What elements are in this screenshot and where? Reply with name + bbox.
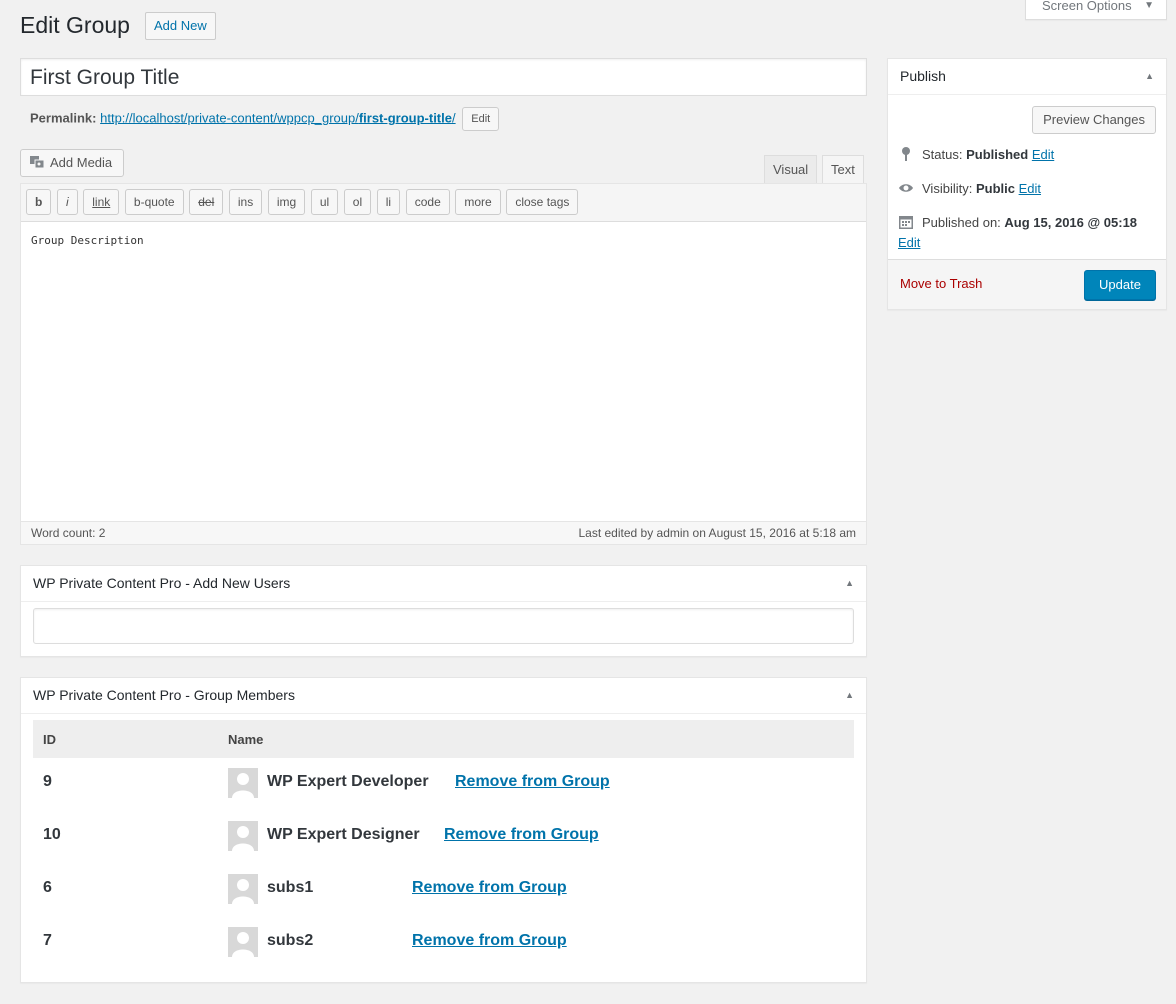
qt-del-button[interactable]: del xyxy=(189,189,224,215)
published-label: Published on: xyxy=(922,215,1001,230)
permalink-link[interactable]: http://localhost/private-content/wppcp_g… xyxy=(100,110,456,125)
group-members-title: WP Private Content Pro - Group Members xyxy=(33,687,295,703)
word-count: Word count: 2 xyxy=(31,526,106,540)
status-label: Status: xyxy=(922,147,963,162)
title-input[interactable]: First Group Title xyxy=(20,58,867,96)
qt-blockquote-button[interactable]: b-quote xyxy=(124,189,184,215)
permalink-label: Permalink: xyxy=(30,110,97,126)
eye-icon xyxy=(899,184,913,192)
avatar xyxy=(228,927,258,957)
collapse-arrow-icon[interactable]: ▲ xyxy=(1145,59,1154,94)
screen-options-button[interactable]: Screen Options ▼ xyxy=(1025,0,1167,20)
editor-status-bar: Word count: 2 Last edited by admin on Au… xyxy=(21,521,866,544)
qt-bold-button[interactable]: b xyxy=(26,189,52,215)
published-value: Aug 15, 2016 @ 05:18 xyxy=(1004,215,1138,230)
add-users-input[interactable] xyxy=(33,608,854,644)
member-id: 6 xyxy=(43,879,52,896)
avatar xyxy=(228,874,258,904)
member-name: WP Expert Developer xyxy=(267,773,429,790)
permalink-base: http://localhost/private-content/wppcp_g… xyxy=(100,110,359,126)
avatar xyxy=(228,821,258,851)
remove-from-group-link[interactable]: Remove from Group xyxy=(412,932,567,950)
column-name-header: Name xyxy=(228,732,264,747)
avatar xyxy=(228,768,258,798)
move-to-trash-link[interactable]: Move to Trash xyxy=(900,276,982,291)
table-row: 10 WP Expert Designer Remove from Group xyxy=(33,811,854,864)
qt-close-tags-button[interactable]: close tags xyxy=(506,189,579,215)
qt-code-button[interactable]: code xyxy=(405,189,450,215)
visibility-value: Public xyxy=(975,181,1015,196)
editor: b i link b-quote del ins img ul ol li co… xyxy=(20,183,867,545)
media-icon xyxy=(30,156,45,169)
quicktags-toolbar: b i link b-quote del ins img ul ol li co… xyxy=(21,184,866,222)
add-users-header[interactable]: WP Private Content Pro - Add New Users ▲ xyxy=(21,566,866,602)
member-name: WP Expert Designer xyxy=(267,826,420,843)
qt-italic-button[interactable]: i xyxy=(56,189,78,215)
published-edit-link[interactable]: Edit xyxy=(898,235,920,250)
table-row: 7 subs2 Remove from Group xyxy=(33,917,854,970)
publish-header[interactable]: Publish ▲ xyxy=(888,59,1166,95)
visibility-row: Visibility: Public Edit xyxy=(898,179,1041,199)
visibility-label: Visibility: xyxy=(922,181,973,196)
members-table: ID Name 9 WP Expert Developer Remove fro… xyxy=(33,720,854,970)
qt-more-button[interactable]: more xyxy=(455,189,501,215)
member-id: 10 xyxy=(43,826,61,843)
qt-li-button[interactable]: li xyxy=(376,189,401,215)
qt-ins-button[interactable]: ins xyxy=(228,189,263,215)
add-media-label: Add Media xyxy=(50,155,113,170)
screen-options-label: Screen Options xyxy=(1042,0,1132,13)
add-media-button[interactable]: Add Media xyxy=(20,149,124,177)
publish-title: Publish xyxy=(900,68,946,84)
visibility-edit-link[interactable]: Edit xyxy=(1019,181,1041,196)
remove-from-group-link[interactable]: Remove from Group xyxy=(444,826,599,844)
permalink-slug: first-group-title xyxy=(358,110,452,126)
add-users-title: WP Private Content Pro - Add New Users xyxy=(33,575,291,591)
member-name: subs2 xyxy=(267,932,314,949)
member-id: 7 xyxy=(43,932,52,949)
table-header: ID Name xyxy=(33,720,854,758)
member-id: 9 xyxy=(43,773,52,790)
publish-actions: Move to Trash Update xyxy=(888,259,1166,309)
preview-changes-button[interactable]: Preview Changes xyxy=(1032,106,1156,134)
status-edit-link[interactable]: Edit xyxy=(1032,147,1054,162)
remove-from-group-link[interactable]: Remove from Group xyxy=(412,879,567,897)
page-title: Edit Group xyxy=(20,12,130,38)
qt-ol-button[interactable]: ol xyxy=(343,189,372,215)
group-members-metabox: WP Private Content Pro - Group Members ▲… xyxy=(20,677,867,983)
add-users-metabox: WP Private Content Pro - Add New Users ▲ xyxy=(20,565,867,657)
editor-textarea[interactable]: Group Description xyxy=(31,234,144,247)
calendar-icon xyxy=(899,216,913,229)
status-value: Published xyxy=(966,147,1029,162)
table-row: 6 subs1 Remove from Group xyxy=(33,864,854,917)
qt-ul-button[interactable]: ul xyxy=(310,189,339,215)
last-edited: Last edited by admin on August 15, 2016 … xyxy=(578,526,856,540)
pin-icon xyxy=(902,147,910,161)
add-new-button[interactable]: Add New xyxy=(145,12,216,40)
permalink-trailing: / xyxy=(451,110,456,126)
qt-img-button[interactable]: img xyxy=(267,189,306,215)
tab-visual[interactable]: Visual xyxy=(764,155,818,184)
update-button[interactable]: Update xyxy=(1084,270,1156,300)
collapse-arrow-icon[interactable]: ▲ xyxy=(845,566,854,601)
group-members-header[interactable]: WP Private Content Pro - Group Members ▲ xyxy=(21,678,866,714)
remove-from-group-link[interactable]: Remove from Group xyxy=(455,773,610,791)
qt-link-button[interactable]: link xyxy=(83,189,120,215)
table-row: 9 WP Expert Developer Remove from Group xyxy=(33,758,854,811)
tab-text[interactable]: Text xyxy=(822,155,864,184)
member-name: subs1 xyxy=(267,879,314,896)
permalink-edit-button[interactable]: Edit xyxy=(462,107,500,131)
status-row: Status: Published Edit xyxy=(898,145,1054,165)
published-on-row: Published on: Aug 15, 2016 @ 05:18 Edit xyxy=(898,213,1158,253)
publish-metabox: Publish ▲ Preview Changes Status: Publis… xyxy=(887,58,1167,310)
caret-down-icon: ▼ xyxy=(1144,0,1154,11)
collapse-arrow-icon[interactable]: ▲ xyxy=(845,678,854,713)
column-id-header: ID xyxy=(43,732,56,747)
permalink: Permalink: http://localhost/private-cont… xyxy=(30,107,500,131)
